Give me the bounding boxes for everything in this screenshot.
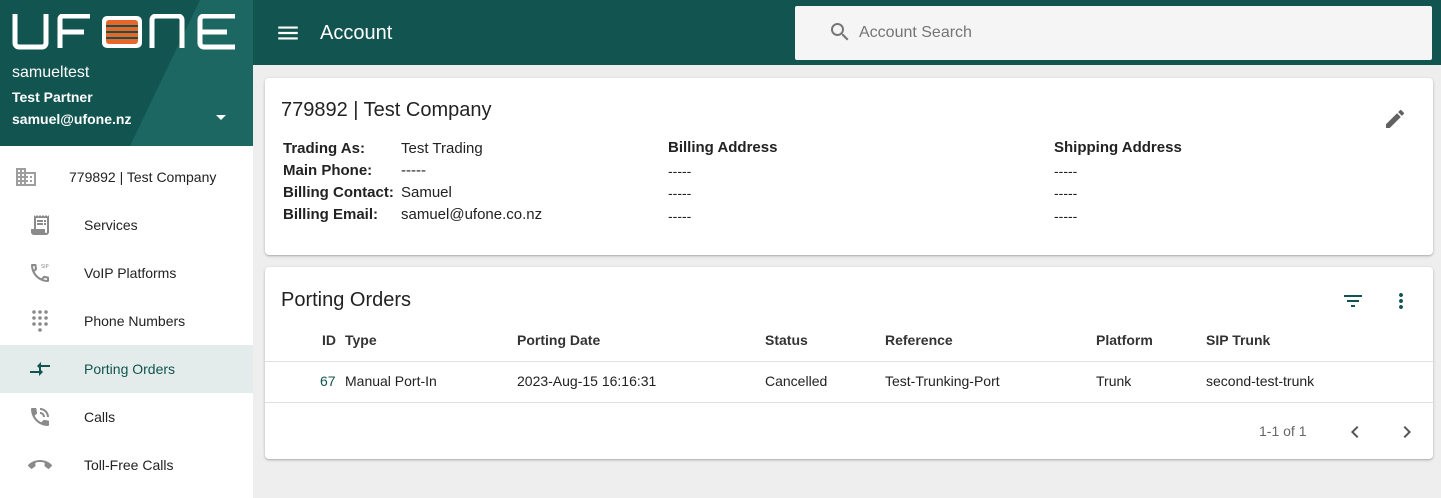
chevron-right-icon[interactable]	[1395, 420, 1419, 444]
billing-address-line: -----	[668, 185, 692, 201]
sidebar-nav: 779892 | Test Company Services SIP VoIP …	[0, 153, 253, 489]
cell-id-link[interactable]: 67	[320, 373, 336, 389]
more-vert-icon[interactable]	[1389, 289, 1413, 313]
column-header-porting-date[interactable]: Porting Date	[517, 332, 600, 348]
partner-name: Test Partner	[12, 89, 93, 105]
cell-status: Cancelled	[765, 373, 828, 389]
billing-address-heading: Billing Address	[668, 139, 778, 156]
sidebar-item-company[interactable]: 779892 | Test Company	[0, 153, 253, 201]
column-header-reference[interactable]: Reference	[885, 332, 953, 348]
cell-porting-date: 2023-Aug-15 16:16:31	[517, 373, 657, 389]
column-header-type[interactable]: Type	[345, 332, 377, 348]
brand-header: samueltest Test Partner samuel@ufone.nz	[0, 0, 253, 146]
field-value: Samuel	[401, 184, 452, 201]
cell-reference: Test-Trunking-Port	[885, 373, 1000, 389]
porting-orders-card: Porting Orders ID Type Porting Date Stat…	[265, 267, 1433, 459]
sidebar-item-voip-platforms[interactable]: SIP VoIP Platforms	[0, 249, 253, 297]
field-key: Main Phone:	[283, 162, 373, 179]
hamburger-menu-icon[interactable]	[275, 20, 301, 46]
account-search-input[interactable]	[859, 20, 1399, 46]
sidebar-item-phone-numbers[interactable]: Phone Numbers	[0, 297, 253, 345]
edit-pencil-icon[interactable]	[1383, 107, 1407, 131]
sip-phone-icon: SIP	[31, 264, 49, 282]
receipt-icon	[31, 215, 49, 235]
shipping-address-line: -----	[1054, 163, 1078, 179]
sidebar-item-calls[interactable]: Calls	[0, 393, 253, 441]
account-details-card: 779892 | Test Company Trading As: Test T…	[265, 78, 1433, 255]
column-header-status[interactable]: Status	[765, 332, 808, 348]
shipping-address-heading: Shipping Address	[1054, 139, 1182, 156]
ufone-logo	[12, 14, 235, 50]
top-app-bar: Account	[253, 0, 1441, 65]
sidebar-item-company-label: 779892 | Test Company	[69, 169, 217, 185]
sidebar-item-label: Phone Numbers	[84, 313, 186, 329]
cell-type: Manual Port-In	[345, 373, 437, 389]
cell-platform: Trunk	[1096, 373, 1132, 389]
porting-arrows-icon	[30, 362, 50, 376]
building-icon	[16, 168, 36, 186]
field-key: Trading As:	[283, 140, 365, 157]
cell-sip-trunk: second-test-trunk	[1206, 373, 1315, 389]
field-value: samuel@ufone.co.nz	[401, 206, 543, 223]
sidebar: samueltest Test Partner samuel@ufone.nz …	[0, 0, 253, 498]
account-title: 779892 | Test Company	[281, 99, 492, 121]
shipping-address-line: -----	[1054, 185, 1078, 201]
account-dropdown-caret-icon[interactable]	[216, 115, 226, 120]
column-header-platform[interactable]: Platform	[1096, 332, 1153, 348]
user-email: samuel@ufone.nz	[12, 111, 132, 127]
sidebar-item-label: Calls	[84, 409, 116, 425]
sidebar-item-services[interactable]: Services	[0, 201, 253, 249]
sidebar-item-label: Toll-Free Calls	[84, 457, 174, 473]
billing-address-line: -----	[668, 208, 692, 224]
field-value: -----	[401, 162, 426, 179]
field-key: Billing Email:	[283, 206, 379, 223]
dialpad-icon	[32, 310, 48, 332]
user-name: samueltest	[12, 64, 90, 81]
pagination-range: 1-1 of 1	[1259, 423, 1307, 439]
sidebar-item-porting-orders[interactable]: Porting Orders	[0, 345, 253, 393]
sidebar-item-label: Services	[84, 217, 138, 233]
table-row-divider	[265, 402, 1433, 403]
porting-orders-title: Porting Orders	[281, 289, 412, 311]
column-header-sip-trunk[interactable]: SIP Trunk	[1206, 332, 1270, 348]
field-key: Billing Contact:	[283, 184, 394, 201]
search-icon	[831, 23, 849, 41]
billing-address-line: -----	[668, 163, 692, 179]
phone-in-talk-icon	[31, 408, 49, 426]
column-header-id[interactable]: ID	[322, 332, 336, 348]
sidebar-item-label: VoIP Platforms	[84, 265, 177, 281]
account-search-box[interactable]	[795, 6, 1432, 60]
shipping-address-line: -----	[1054, 208, 1078, 224]
page-title: Account	[320, 22, 393, 44]
sidebar-item-label: Porting Orders	[84, 361, 176, 377]
phone-hangup-icon	[28, 460, 52, 469]
filter-list-icon[interactable]	[1341, 289, 1365, 313]
chevron-left-icon[interactable]	[1343, 420, 1367, 444]
table-header-divider	[265, 361, 1433, 362]
svg-text:SIP: SIP	[41, 264, 49, 270]
sidebar-item-toll-free-calls[interactable]: Toll-Free Calls	[0, 441, 253, 489]
field-value: Test Trading	[401, 140, 483, 157]
